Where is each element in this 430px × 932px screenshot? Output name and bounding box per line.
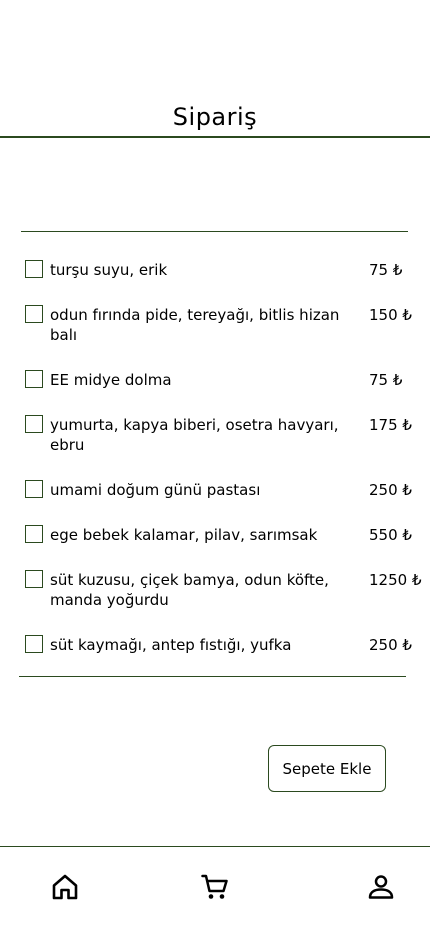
item-checkbox[interactable]: [25, 635, 43, 653]
list-divider-top: [21, 231, 408, 232]
item-name: süt kuzusu, çiçek bamya, odun köfte, man…: [50, 571, 329, 609]
item-price: 1250 ₺: [369, 571, 422, 589]
item-name: EE midye dolma: [50, 371, 172, 389]
item-checkbox[interactable]: [25, 525, 43, 543]
page-title: Sipariş: [172, 103, 258, 131]
nav-home[interactable]: [50, 872, 80, 902]
item-name: odun fırında pide, tereyağı, bitlis hiza…: [50, 306, 340, 344]
item-name: yumurta, kapya biberi, osetra havyarı, e…: [50, 416, 339, 454]
cart-icon: [201, 874, 228, 899]
item-price: 550 ₺: [369, 526, 412, 544]
item-price: 150 ₺: [369, 306, 412, 324]
item-name: umami doğum günü pastası: [50, 481, 261, 499]
add-to-cart-button[interactable]: Sepete Ekle: [268, 745, 386, 792]
item-price: 175 ₺: [369, 416, 412, 434]
item-name: süt kaymağı, antep fıstığı, yufka: [50, 636, 292, 654]
title-divider: [0, 136, 430, 138]
item-checkbox[interactable]: [25, 305, 43, 323]
home-icon: [52, 874, 78, 900]
nav-divider: [0, 846, 430, 847]
item-price: 75 ₺: [369, 261, 403, 279]
item-checkbox[interactable]: [25, 370, 43, 388]
item-price: 75 ₺: [369, 371, 403, 389]
nav-profile[interactable]: [366, 872, 396, 902]
item-checkbox[interactable]: [25, 480, 43, 498]
item-checkbox[interactable]: [25, 570, 43, 588]
list-divider-bottom: [19, 676, 406, 677]
item-name: turşu suyu, erik: [50, 261, 168, 279]
profile-icon: [368, 875, 394, 899]
item-price: 250 ₺: [369, 481, 412, 499]
item-price: 250 ₺: [369, 636, 412, 654]
item-checkbox[interactable]: [25, 260, 43, 278]
nav-cart[interactable]: [200, 872, 230, 902]
item-name: ege bebek kalamar, pilav, sarımsak: [50, 526, 318, 544]
item-checkbox[interactable]: [25, 415, 43, 433]
